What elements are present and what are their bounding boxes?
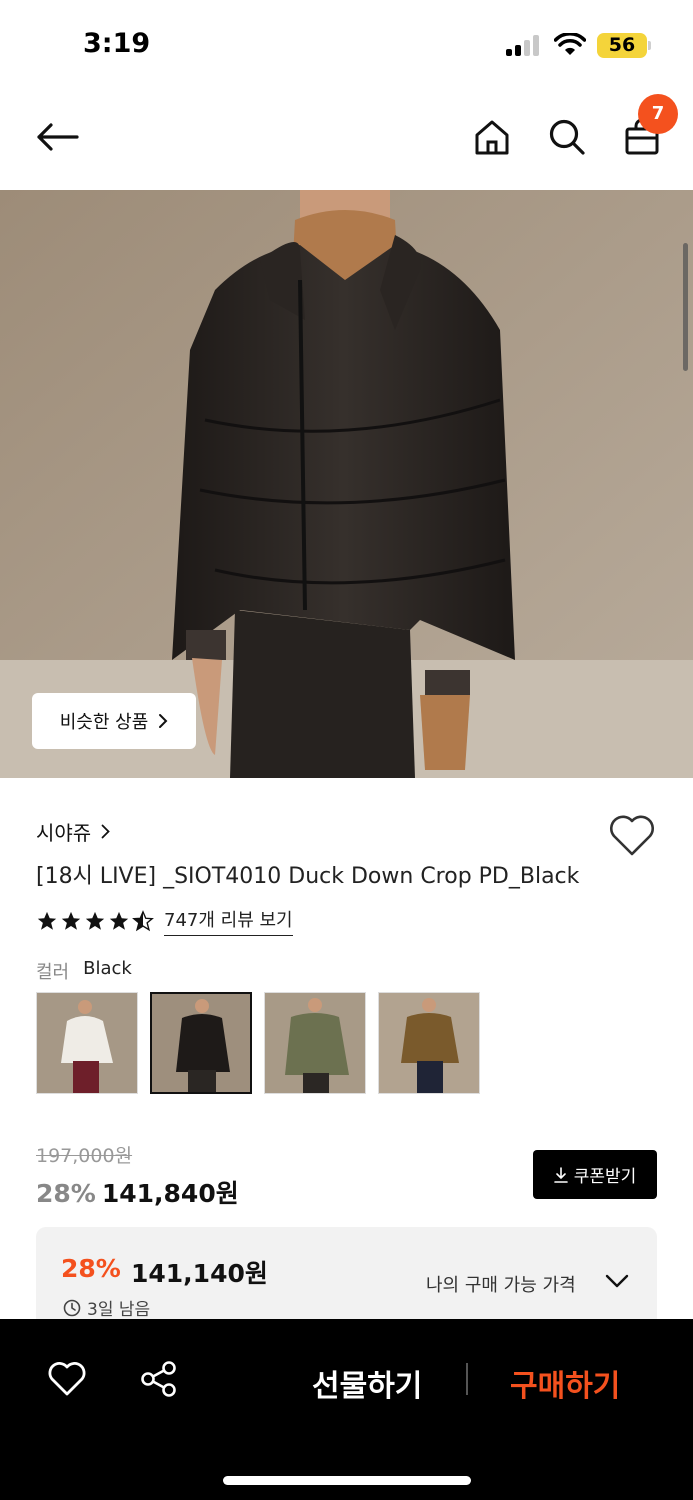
status-time: 3:19	[83, 28, 151, 59]
my-price-value: 141,140원	[131, 1259, 268, 1288]
coupon-button[interactable]: 쿠폰받기	[533, 1150, 657, 1199]
download-icon	[553, 1166, 568, 1183]
swatch-brown[interactable]	[378, 992, 480, 1094]
top-nav	[0, 90, 693, 190]
color-swatches	[36, 992, 480, 1094]
discount-rate: 28%	[36, 1179, 96, 1208]
swatch-ivory[interactable]	[36, 992, 138, 1094]
rating-row: 747개 리뷰 보기	[36, 906, 293, 936]
color-label: 컬러	[36, 962, 70, 983]
bar-divider	[466, 1363, 468, 1395]
sale-price: 141,840원	[101, 1179, 239, 1208]
home-indicator	[223, 1476, 471, 1485]
star-full-icon	[109, 911, 129, 930]
battery-indicator: 56	[597, 33, 647, 58]
original-price: 197,000원	[36, 1145, 133, 1167]
brand-link[interactable]: 시야쥬	[36, 817, 110, 846]
arrow-left-icon	[37, 123, 79, 151]
my-price-discount: 28%	[61, 1254, 121, 1283]
star-half-icon	[132, 910, 154, 932]
brand-name: 시야쥬	[36, 821, 92, 845]
similar-products-button[interactable]: 비슷한 상품	[32, 693, 196, 749]
wifi-icon	[554, 33, 586, 55]
clock-icon	[63, 1299, 81, 1316]
heart-icon[interactable]	[48, 1361, 86, 1397]
home-icon	[475, 120, 509, 155]
home-button[interactable]	[467, 112, 517, 162]
star-full-icon	[37, 911, 57, 930]
image-scrollbar[interactable]	[683, 243, 688, 371]
reviews-link[interactable]: 747개 리뷰 보기	[164, 906, 293, 936]
cellular-signal-icon	[506, 34, 542, 56]
product-title: [18시 LIVE] _SIOT4010 Duck Down Crop PD_B…	[36, 864, 580, 889]
search-icon	[549, 119, 585, 155]
star-rating	[36, 910, 154, 932]
chevron-right-icon	[159, 714, 168, 728]
gift-button[interactable]: 선물하기	[312, 1361, 422, 1405]
color-row: 컬러 Black	[36, 958, 132, 984]
my-price-timer: 3일 남음	[63, 1295, 150, 1320]
swatch-black[interactable]	[150, 992, 252, 1094]
back-button[interactable]	[32, 112, 82, 162]
chevron-right-icon	[101, 824, 110, 839]
search-button[interactable]	[542, 112, 592, 162]
battery-tip	[648, 41, 651, 50]
color-value: Black	[83, 958, 132, 979]
timer-text: 3일 남음	[87, 1300, 151, 1320]
wishlist-heart-icon[interactable]	[608, 812, 656, 858]
buy-button[interactable]: 구매하기	[510, 1361, 620, 1405]
bottom-action-bar: 선물하기 구매하기	[0, 1319, 693, 1500]
star-full-icon	[85, 911, 105, 930]
price-row: 28% 141,840원	[36, 1174, 239, 1210]
share-icon[interactable]	[140, 1360, 178, 1398]
my-price-label: 나의 구매 가능 가격	[426, 1275, 576, 1296]
swatch-khaki[interactable]	[264, 992, 366, 1094]
status-bar: 3:19 56	[0, 0, 693, 90]
chevron-down-icon[interactable]	[604, 1271, 630, 1291]
product-image[interactable]	[0, 190, 693, 778]
product-photo	[0, 190, 693, 778]
cart-count-badge: 7	[638, 94, 678, 134]
star-full-icon	[61, 911, 81, 930]
similar-products-label: 비슷한 상품	[59, 712, 149, 733]
coupon-label: 쿠폰받기	[573, 1167, 637, 1187]
